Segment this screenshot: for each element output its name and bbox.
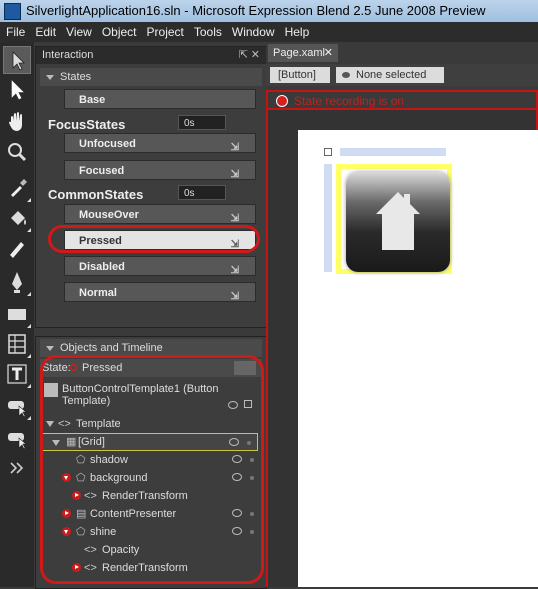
tab-label: Page.xaml <box>273 47 325 59</box>
menu-tools[interactable]: Tools <box>188 22 226 39</box>
add-transition-icon[interactable]: ⇲ <box>231 138 239 158</box>
paint-bucket-icon[interactable] <box>3 204 31 232</box>
breadcrumb-element[interactable]: [Button] <box>270 67 330 83</box>
menu-help[interactable]: Help <box>279 22 314 39</box>
brush-transform-icon[interactable] <box>3 234 31 262</box>
recording-status: State recording is on <box>294 94 405 108</box>
recording-bar: State recording is on <box>266 90 538 110</box>
group-label-focusstates: FocusStates <box>48 117 126 132</box>
home-icon <box>376 192 420 250</box>
toolbox <box>0 42 34 587</box>
pan-hand-icon[interactable] <box>3 108 31 136</box>
grid-layout-icon[interactable] <box>3 330 31 358</box>
breadcrumb: [Button] None selected <box>266 64 538 86</box>
state-disabled-button[interactable]: Disabled ⇲ <box>64 256 256 276</box>
state-unfocused-button[interactable]: Unfocused ⇲ <box>64 133 256 153</box>
more-tools-icon[interactable] <box>3 454 31 482</box>
group-label-commonstates: CommonStates <box>48 187 144 202</box>
menu-bar: File Edit View Object Project Tools Window Help <box>0 22 538 42</box>
selection-arrow-icon[interactable] <box>3 46 31 74</box>
menu-file[interactable]: File <box>0 22 29 39</box>
menu-project[interactable]: Project <box>141 22 188 39</box>
states-section-header[interactable]: States <box>40 68 262 86</box>
document-area: Page.xaml ✕ [Button] None selected State… <box>266 42 538 587</box>
close-panel-icon[interactable]: ✕ <box>251 47 260 64</box>
add-transition-icon[interactable]: ⇲ <box>231 287 239 307</box>
close-tab-icon[interactable]: ✕ <box>324 44 333 62</box>
text-icon[interactable] <box>3 360 31 388</box>
collapse-triangle-icon <box>46 345 54 351</box>
zoom-icon[interactable] <box>3 138 31 166</box>
menu-edit[interactable]: Edit <box>29 22 60 39</box>
state-label: Focused <box>79 165 125 177</box>
rectangle-icon[interactable] <box>3 300 31 328</box>
design-canvas[interactable] <box>266 110 538 587</box>
objects-title: Objects and Timeline <box>60 342 163 354</box>
highlight-ring <box>48 225 260 253</box>
title-bar: SilverlightApplication16.sln - Microsoft… <box>0 0 538 22</box>
breadcrumb-template-state[interactable]: None selected <box>336 67 444 83</box>
grid-adorner-icon[interactable] <box>324 148 332 156</box>
crumb-none-label: None selected <box>356 69 427 81</box>
state-label: MouseOver <box>79 209 139 221</box>
objects-timeline-panel: Objects and Timeline State: Pressed Butt… <box>35 336 267 589</box>
button-control-icon[interactable] <box>3 392 31 420</box>
artboard[interactable] <box>298 130 538 587</box>
add-transition-icon[interactable]: ⇲ <box>231 165 239 185</box>
focusstates-transition-time[interactable]: 0s <box>178 115 226 130</box>
state-focused-button[interactable]: Focused ⇲ <box>64 160 256 180</box>
interaction-panel-header: Interaction ⇱ ✕ <box>36 47 266 64</box>
button-preview[interactable] <box>346 172 450 272</box>
state-normal-button[interactable]: Normal ⇲ <box>64 282 256 302</box>
interaction-panel: Interaction ⇱ ✕ States Base FocusStates … <box>35 46 267 328</box>
state-label: Normal <box>79 287 117 299</box>
blend-app-icon <box>4 3 21 20</box>
state-base-button[interactable]: Base <box>64 89 256 109</box>
direct-selection-icon[interactable] <box>3 76 31 104</box>
menu-object[interactable]: Object <box>96 22 141 39</box>
eye-icon <box>342 72 350 78</box>
state-label: Unfocused <box>79 138 136 150</box>
asset-control-icon[interactable] <box>3 424 31 452</box>
eyedropper-icon[interactable] <box>3 174 31 202</box>
states-label: States <box>60 71 92 83</box>
pen-icon[interactable] <box>3 268 31 296</box>
pin-panel-icon[interactable]: ⇱ <box>239 47 248 64</box>
state-base-label: Base <box>79 94 106 106</box>
collapse-triangle-icon <box>46 74 54 80</box>
row-ruler[interactable] <box>324 164 332 272</box>
recording-toggle-icon[interactable] <box>276 95 288 107</box>
column-ruler[interactable] <box>340 148 446 156</box>
interaction-title: Interaction <box>42 49 94 61</box>
add-transition-icon[interactable]: ⇲ <box>231 261 239 281</box>
commonstates-transition-time[interactable]: 0s <box>178 185 226 200</box>
state-mouseover-button[interactable]: MouseOver ⇲ <box>64 204 256 224</box>
highlight-ring <box>40 355 264 584</box>
state-label: Disabled <box>79 261 125 273</box>
menu-window[interactable]: Window <box>226 22 279 39</box>
tab-page-xaml[interactable]: Page.xaml ✕ <box>268 44 338 62</box>
menu-view[interactable]: View <box>60 22 96 39</box>
window-title: SilverlightApplication16.sln - Microsoft… <box>26 3 486 18</box>
